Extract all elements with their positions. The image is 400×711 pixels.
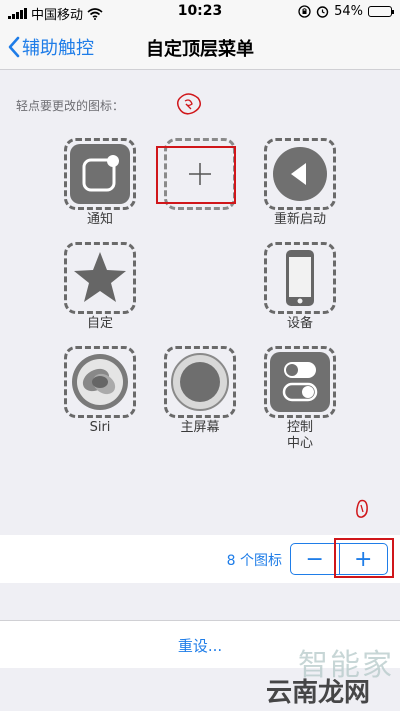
slot-control-center[interactable] [264,346,336,418]
annotation-highlight-plus [334,538,394,578]
label-restart: 重新启动 [273,212,326,227]
slot-device[interactable] [264,242,336,314]
label-custom: 自定 [86,316,113,331]
status-bar: 中国移动 10:23 54% [0,0,400,24]
icon-count-label: 8 个图标 [226,553,282,569]
decrease-button[interactable]: − [291,544,339,574]
notification-icon [82,155,119,192]
home-button-icon [171,353,229,411]
watermark-bottom: 云南龙网 [265,678,370,708]
status-right: 54% [298,4,394,19]
icon-count-row: 8 个图标 − + [0,535,400,583]
icon-grid: 通知 重新启动 自定 设备 Siri 主屏幕 控制 中心 [0,116,400,516]
slot-restart[interactable] [264,138,336,210]
annotation-mark-icon [356,499,368,518]
star-icon [74,252,126,302]
phone-icon [286,250,314,306]
navigation-bar: 辅助触控 自定顶层菜单 [0,24,400,70]
label-siri: Siri [89,420,111,435]
label-notification: 通知 [86,212,113,227]
alarm-icon [316,6,329,18]
restart-icon [273,147,327,201]
slot-custom[interactable] [64,242,136,314]
annotation-highlight [156,146,236,204]
toggle-switches-icon [282,362,318,402]
label-control-center: 控制 中心 [260,420,340,452]
label-device: 设备 [286,316,313,331]
battery-icon [368,6,394,17]
battery-percent: 54% [334,4,363,19]
label-control-line2: 中心 [286,436,313,451]
annotation-circle-icon [176,93,201,115]
slot-notification[interactable] [64,138,136,210]
label-home: 主屏幕 [180,420,220,435]
siri-icon [72,354,128,410]
slot-siri[interactable] [64,346,136,418]
hint-text: 轻点要更改的图标： [16,99,125,113]
slot-home[interactable] [164,346,236,418]
orientation-lock-icon [298,5,311,18]
label-control-line1: 控制 [286,420,313,435]
page-title: 自定顶层菜单 [146,39,254,60]
